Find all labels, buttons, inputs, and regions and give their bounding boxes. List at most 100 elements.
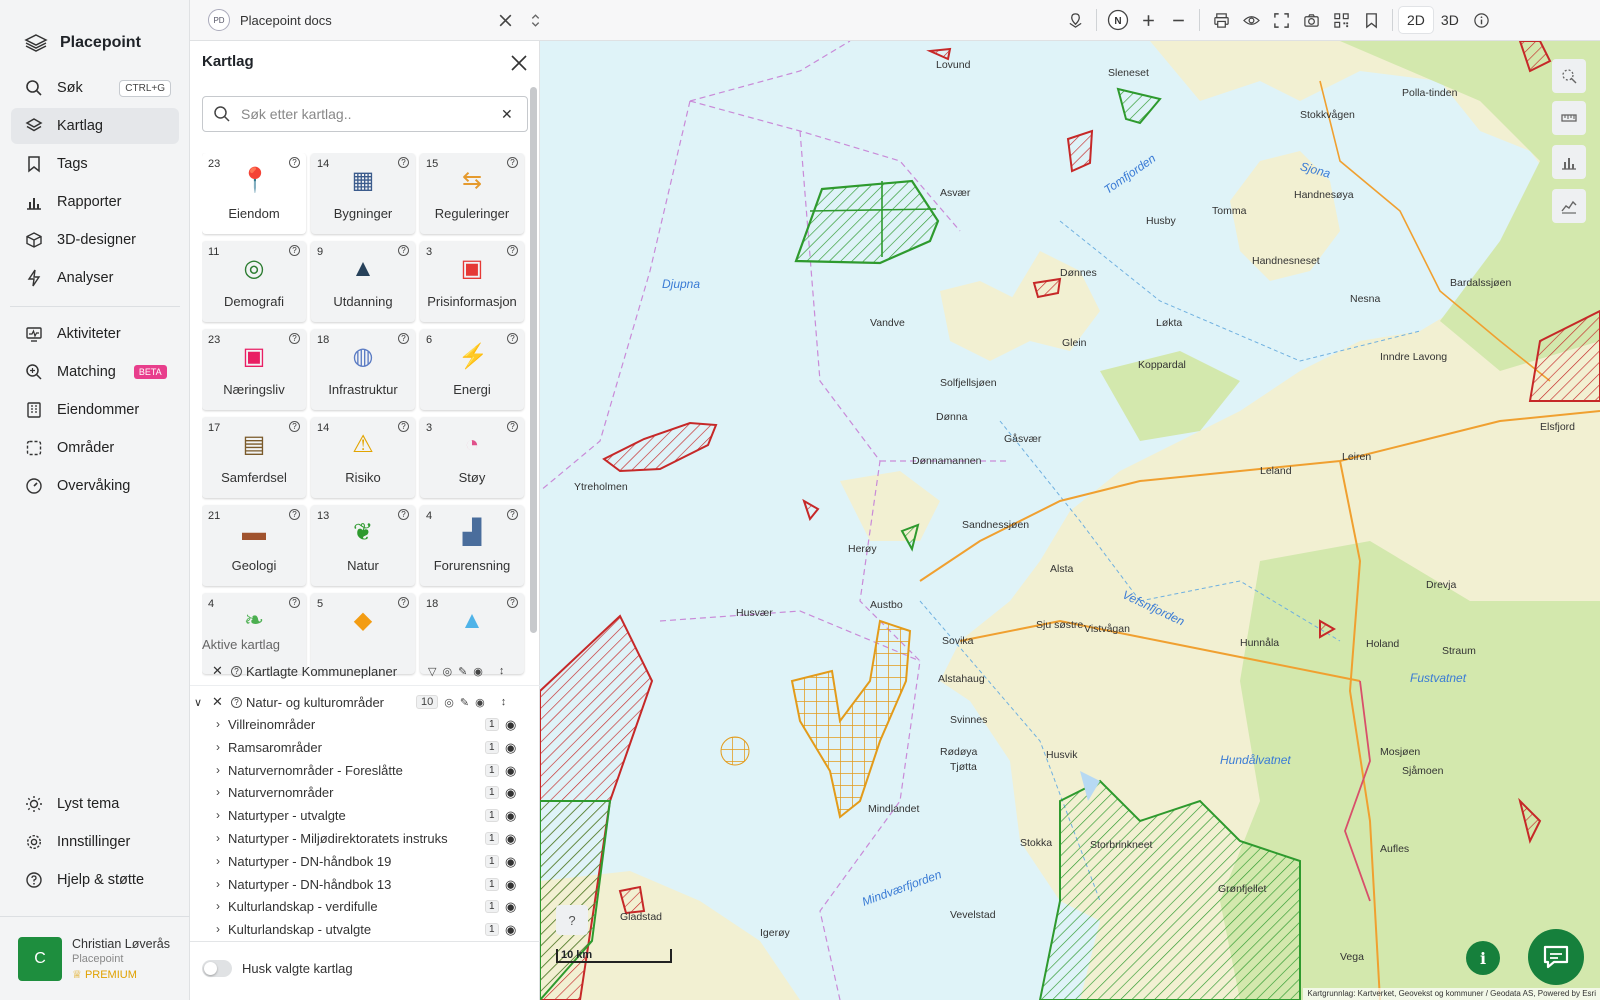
view-3d-toggle[interactable]: 3D <box>1433 7 1467 33</box>
category-card[interactable]: 3? ◔ Støy <box>420 417 524 498</box>
help-icon[interactable]: ? <box>507 509 518 520</box>
nav-lyst-tema[interactable]: Lyst tema <box>11 786 179 822</box>
chevron-right-icon[interactable]: › <box>216 899 220 913</box>
zoom-in-icon[interactable] <box>1133 5 1163 35</box>
close-panel-icon[interactable] <box>509 53 529 73</box>
help-icon[interactable]: ? <box>398 421 409 432</box>
view-2d-toggle[interactable]: 2D <box>1399 7 1433 33</box>
nav-eiendommer[interactable]: Eiendommer <box>11 392 179 428</box>
help-icon[interactable]: ? <box>507 245 518 256</box>
chevron-right-icon[interactable]: › <box>216 877 220 891</box>
help-icon[interactable]: ? <box>398 509 409 520</box>
help-icon[interactable]: ? <box>507 333 518 344</box>
sublayer-row[interactable]: › Naturtyper - DN-håndbok 13 1 ◉ <box>190 874 540 896</box>
category-card[interactable]: 21? ▬ Geologi <box>202 505 306 586</box>
help-icon[interactable]: ? <box>398 157 409 168</box>
chevron-right-icon[interactable]: › <box>216 717 220 731</box>
nav-matching[interactable]: Matching BETA <box>11 354 179 390</box>
eye-icon[interactable]: ◉ <box>505 717 516 733</box>
help-icon[interactable]: ? <box>398 333 409 344</box>
nav-hjelp[interactable]: Hjelp & støtte <box>11 862 179 898</box>
help-icon[interactable]: ? <box>289 157 300 168</box>
help-icon[interactable]: ? <box>289 421 300 432</box>
user-profile[interactable]: C Christian Løverås Placepoint ♕ PREMIUM <box>0 916 190 1000</box>
eye-icon[interactable]: ◉ <box>505 785 516 801</box>
category-card[interactable]: 15? ⇆ Reguleringer <box>420 153 524 234</box>
eye-icon[interactable]: ◉ <box>505 763 516 779</box>
help-icon[interactable]: ? <box>398 597 409 608</box>
sublayer-row[interactable]: › Kulturlandskap - utvalgte 1 ◉ <box>190 919 540 941</box>
chevron-right-icon[interactable]: › <box>216 763 220 777</box>
chevron-right-icon[interactable]: › <box>216 922 220 936</box>
eye-icon[interactable]: ◉ <box>505 922 516 938</box>
help-icon[interactable]: ? <box>289 245 300 256</box>
sublayer-row[interactable]: › Naturtyper - DN-håndbok 19 1 ◉ <box>190 851 540 873</box>
remove-layer-icon[interactable]: ✕ <box>212 694 223 710</box>
clear-search-icon[interactable]: ✕ <box>501 106 513 123</box>
help-icon[interactable]: ? <box>507 597 518 608</box>
chevron-right-icon[interactable]: › <box>216 854 220 868</box>
help-icon[interactable]: ? <box>231 665 242 677</box>
sublayer-row[interactable]: › Kulturlandskap - verdifulle 1 ◉ <box>190 896 540 918</box>
active-layer-row[interactable]: ∨ ✕ ? Natur- og kulturområder 10 ◎ ✎ ◉ ↕ <box>190 691 540 713</box>
chevron-right-icon[interactable]: › <box>216 785 220 799</box>
remove-layer-icon[interactable]: ✕ <box>212 663 223 679</box>
print-icon[interactable] <box>1206 5 1236 35</box>
close-doc-icon[interactable] <box>490 5 520 35</box>
help-icon[interactable]: ? <box>289 509 300 520</box>
chevron-right-icon[interactable]: › <box>216 808 220 822</box>
remember-layers[interactable]: Husk valgte kartlag <box>202 960 353 977</box>
category-card[interactable]: 23? ▣ Næringsliv <box>202 329 306 410</box>
category-card[interactable]: 13? ❦ Natur <box>311 505 415 586</box>
remember-toggle[interactable] <box>202 960 232 977</box>
category-card[interactable]: 3? ▣ Prisinformasjon <box>420 241 524 322</box>
drag-handle-icon[interactable]: ↕ <box>501 696 507 708</box>
help-icon[interactable]: ? <box>289 597 300 608</box>
eye-icon[interactable]: ◉ <box>505 808 516 824</box>
palette-icon[interactable]: ◎ <box>442 665 452 678</box>
eye-icon[interactable]: ◉ <box>505 854 516 870</box>
map-tool-select-area[interactable] <box>1552 59 1586 93</box>
fullscreen-icon[interactable] <box>1266 5 1296 35</box>
active-layer-row[interactable]: ✕ ? Kartlagte Kommuneplaner ▽ ◎ ✎ ◉ ↕ <box>190 660 540 682</box>
map-help-button[interactable]: ? <box>556 905 588 935</box>
eye-icon[interactable]: ◉ <box>505 899 516 915</box>
help-icon[interactable]: ? <box>507 157 518 168</box>
filter-icon[interactable]: ▽ <box>428 665 436 678</box>
category-card[interactable]: 17? ▤ Samferdsel <box>202 417 306 498</box>
chat-fab[interactable] <box>1528 929 1584 985</box>
palette-icon[interactable]: ◎ <box>444 696 454 709</box>
help-icon[interactable]: ? <box>289 333 300 344</box>
nav-rapporter[interactable]: Rapporter <box>11 184 179 220</box>
category-card[interactable]: 18? ◍ Infrastruktur <box>311 329 415 410</box>
sublayer-row[interactable]: › Naturtyper - Miljødirektoratets instruk… <box>190 828 540 850</box>
eye-icon[interactable] <box>1236 5 1266 35</box>
brand[interactable]: Placepoint <box>0 0 189 64</box>
help-icon[interactable]: ? <box>231 696 242 708</box>
nav-omrader[interactable]: Områder <box>11 430 179 466</box>
layer-search-input[interactable] <box>241 106 501 122</box>
map-view[interactable]: Djupna Tomfjorden Sjona Vefsnfjorden Mindvær… <box>540 41 1600 1000</box>
nav-analyser[interactable]: Analyser <box>11 260 179 296</box>
nav-overvaking[interactable]: Overvåking <box>11 468 179 504</box>
zoom-out-icon[interactable] <box>1163 5 1193 35</box>
chevron-right-icon[interactable]: › <box>216 831 220 845</box>
doc-title[interactable]: Placepoint docs <box>240 13 490 28</box>
nav-innstillinger[interactable]: Innstillinger <box>11 824 179 860</box>
camera-icon[interactable] <box>1296 5 1326 35</box>
eye-icon[interactable]: ◉ <box>505 740 516 756</box>
sublayer-row[interactable]: › Villreinområder 1 ◉ <box>190 714 540 736</box>
eye-icon[interactable]: ◉ <box>475 696 485 709</box>
sublayer-row[interactable]: › Naturvernområder - Foreslåtte 1 ◉ <box>190 760 540 782</box>
map-tool-measure[interactable] <box>1552 101 1586 135</box>
category-card[interactable]: 14? ⚠ Risiko <box>311 417 415 498</box>
nav-search[interactable]: Søk CTRL+G <box>11 70 179 106</box>
category-card[interactable]: 6? ⚡ Energi <box>420 329 524 410</box>
map-tool-elevation[interactable] <box>1552 189 1586 223</box>
panel-scrollbar[interactable] <box>530 87 537 633</box>
chevron-right-icon[interactable]: › <box>216 740 220 754</box>
nav-tags[interactable]: Tags <box>11 146 179 182</box>
bookmark-icon[interactable] <box>1356 5 1386 35</box>
category-card[interactable]: 9? ▲ Utdanning <box>311 241 415 322</box>
eye-icon[interactable]: ◉ <box>505 877 516 893</box>
